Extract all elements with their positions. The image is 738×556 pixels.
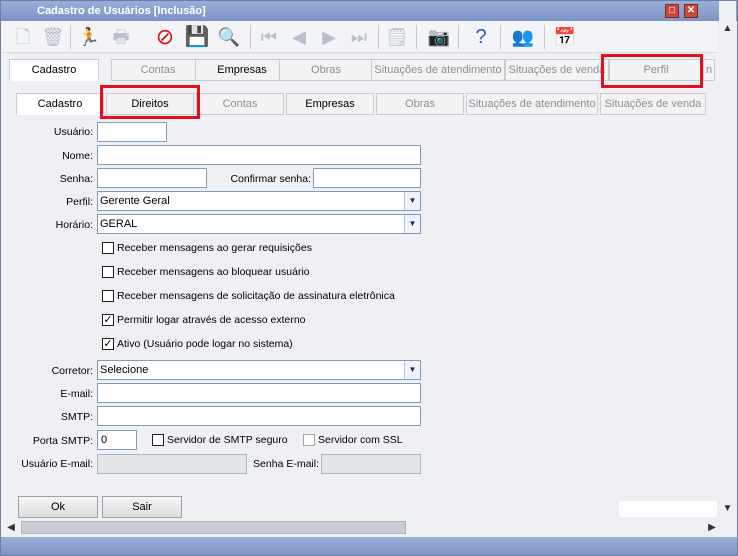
senha-label: Senha: — [59, 173, 93, 185]
scroll-right-icon[interactable]: ▶ — [704, 519, 720, 536]
close-icon[interactable]: ✕ — [684, 4, 698, 18]
users-icon[interactable]: 👥 — [510, 24, 536, 50]
checkbox-box[interactable] — [303, 434, 315, 446]
tab-cadastro[interactable]: Cadastro — [9, 59, 99, 81]
new-document-icon[interactable]: 🗋 — [10, 24, 36, 50]
usuario-email-label: Usuário E-mail: — [21, 458, 93, 470]
checkbox-label: Receber mensagens de solicitação de assi… — [117, 290, 395, 302]
save-icon[interactable]: 💾 — [184, 24, 210, 50]
checkbox-ssl[interactable]: Servidor com SSL — [303, 434, 403, 446]
chevron-down-icon[interactable]: ▼ — [404, 215, 420, 233]
horizontal-scrollbar[interactable]: ◀ ▶ — [1, 519, 737, 536]
nome-input[interactable] — [97, 145, 421, 165]
checkbox-assinatura-eletronica[interactable]: Receber mensagens de solicitação de assi… — [102, 290, 395, 302]
checkbox-box[interactable] — [152, 434, 164, 446]
window-title: Cadastro de Usuários [Inclusão] — [37, 5, 206, 17]
perfil-select[interactable]: Gerente Geral ▼ — [97, 191, 421, 211]
chevron-down-icon[interactable]: ▼ — [404, 192, 420, 210]
scroll-thumb[interactable] — [21, 521, 406, 534]
check-icon[interactable]: ✓ — [102, 314, 114, 326]
checkbox-acesso-externo[interactable]: ✓ Permitir logar através de acesso exter… — [102, 314, 306, 326]
nome-label: Nome: — [62, 150, 93, 162]
scroll-up-icon[interactable]: ▲ — [719, 21, 736, 37]
checkbox-label: Receber mensagens ao gerar requisições — [117, 242, 312, 254]
tab-obras[interactable]: Obras — [279, 59, 373, 81]
tab-empresas[interactable]: Empresas — [195, 59, 289, 81]
title-bar: Cadastro de Usuários [Inclusão] □ ✕ — [1, 1, 737, 21]
checkbox-smtp-seguro[interactable]: Servidor de SMTP seguro — [152, 434, 288, 446]
senha-email-label: Senha E-mail: — [253, 458, 319, 470]
scroll-down-icon[interactable]: ▼ — [719, 501, 736, 517]
perfil-value: Gerente Geral — [100, 195, 170, 207]
check-icon[interactable]: ✓ — [102, 338, 114, 350]
vertical-scrollbar[interactable]: ▲ ▼ — [719, 1, 736, 537]
confirmar-senha-label: Confirmar senha: — [230, 173, 311, 185]
tab-situacoes-venda[interactable]: Situações de venda — [505, 59, 609, 81]
trash-icon[interactable]: 🗑 — [40, 24, 66, 50]
blank-panel — [619, 501, 717, 517]
last-record-icon[interactable]: ⏭ — [346, 24, 372, 50]
user-registration-window: Cadastro de Usuários [Inclusão] □ ✕ 🗋 🗑 … — [0, 0, 738, 556]
previous-record-icon[interactable]: ◀ — [286, 24, 312, 50]
notes-icon[interactable]: 🗒 — [384, 24, 410, 50]
senha-email-input — [321, 454, 421, 474]
perfil-label: Perfil: — [66, 196, 93, 208]
scroll-left-icon[interactable]: ◀ — [3, 519, 19, 536]
subtab-contas[interactable]: Contas — [196, 93, 284, 115]
checkbox-label: Ativo (Usuário pode logar no sistema) — [117, 338, 293, 350]
horario-value: GERAL — [100, 218, 138, 230]
checkbox-box[interactable] — [102, 290, 114, 302]
next-record-icon[interactable]: ▶ — [316, 24, 342, 50]
toolbar: 🗋 🗑 🏃 🖶 ⊘ 💾 🔍 ⏮ ◀ ▶ ⏭ 🗒 📷 ? 👥 📅 — [2, 21, 718, 53]
usuario-input[interactable] — [97, 122, 167, 142]
checkbox-bloquear-usuario[interactable]: Receber mensagens ao bloquear usuário — [102, 266, 310, 278]
checkbox-ativo[interactable]: ✓ Ativo (Usuário pode logar no sistema) — [102, 338, 293, 350]
email-label: E-mail: — [60, 388, 93, 400]
usuario-email-input — [97, 454, 247, 474]
porta-smtp-label: Porta SMTP: — [32, 435, 93, 447]
sair-button[interactable]: Sair — [102, 496, 182, 518]
highlight-direitos-tab — [100, 85, 200, 119]
first-record-icon[interactable]: ⏮ — [256, 24, 282, 50]
checkbox-box[interactable] — [102, 266, 114, 278]
subtab-situacoes-atendimento[interactable]: Situações de atendimento — [466, 93, 598, 115]
checkbox-label: Receber mensagens ao bloquear usuário — [117, 266, 310, 278]
smtp-input[interactable] — [97, 406, 421, 426]
subtab-cadastro[interactable]: Cadastro — [16, 93, 104, 115]
porta-smtp-input[interactable]: 0 — [97, 430, 137, 450]
calendar-user-icon[interactable]: 📅 — [552, 24, 578, 50]
tab-contas[interactable]: Contas — [111, 59, 205, 81]
tab-situacoes-atendimento[interactable]: Situações de atendimento — [371, 59, 505, 81]
status-bar — [1, 537, 737, 555]
checkbox-label: Servidor de SMTP seguro — [167, 434, 288, 446]
usuario-label: Usuário: — [53, 126, 93, 138]
horario-select[interactable]: GERAL ▼ — [97, 214, 421, 234]
runner-icon[interactable]: 🏃 — [76, 24, 102, 50]
email-input[interactable] — [97, 383, 421, 403]
checkbox-box[interactable] — [102, 242, 114, 254]
smtp-label: SMTP: — [60, 411, 93, 423]
no-entry-icon[interactable]: ⊘ — [152, 24, 178, 50]
subtab-empresas[interactable]: Empresas — [286, 93, 374, 115]
checkbox-label: Permitir logar através de acesso externo — [117, 314, 306, 326]
camera-icon[interactable]: 📷 — [426, 24, 452, 50]
checkbox-gerar-requisicoes[interactable]: Receber mensagens ao gerar requisições — [102, 242, 312, 254]
help-icon[interactable]: ? — [468, 24, 494, 50]
senha-input[interactable] — [97, 168, 207, 188]
magnifier-icon[interactable]: 🔍 — [216, 24, 242, 50]
subtab-obras[interactable]: Obras — [376, 93, 464, 115]
checkbox-label: Servidor com SSL — [318, 434, 403, 446]
maximize-icon[interactable]: □ — [665, 4, 679, 18]
printer-icon[interactable]: 🖶 — [108, 24, 134, 50]
horario-label: Horário: — [55, 219, 93, 231]
chevron-down-icon[interactable]: ▼ — [404, 361, 420, 379]
confirmar-senha-input[interactable] — [313, 168, 421, 188]
subtab-situacoes-venda[interactable]: Situações de venda — [600, 93, 706, 115]
corretor-select[interactable]: Selecione ▼ — [97, 360, 421, 380]
corretor-label: Corretor: — [51, 365, 93, 377]
ok-button[interactable]: Ok — [18, 496, 98, 518]
highlight-perfil-tab — [601, 54, 703, 88]
corretor-value: Selecione — [100, 364, 149, 376]
tab-overflow[interactable]: n — [703, 59, 715, 81]
